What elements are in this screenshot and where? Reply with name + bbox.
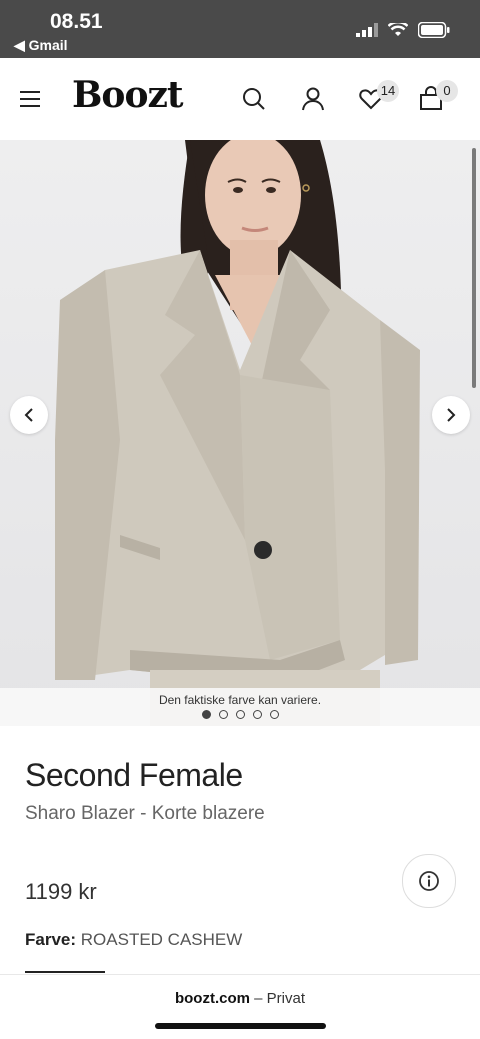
chevron-right-icon <box>447 408 456 422</box>
previous-image-button[interactable] <box>10 396 48 434</box>
menu-icon[interactable] <box>20 91 40 107</box>
color-tab-underline <box>25 971 105 973</box>
signal-icon <box>356 23 378 37</box>
gallery-dot[interactable] <box>252 710 262 719</box>
boozt-logo[interactable]: Boozt <box>72 74 184 116</box>
account-icon[interactable] <box>300 86 326 112</box>
color-label: Farve: <box>25 930 77 949</box>
next-image-button[interactable] <box>432 396 470 434</box>
chevron-left-icon <box>24 408 33 422</box>
info-icon <box>419 871 439 891</box>
status-bar: 08.51 ◀ Gmail <box>0 0 480 58</box>
color-disclaimer: Den faktiske farve kan variere. <box>158 693 322 707</box>
gallery-dot[interactable] <box>218 710 228 719</box>
cart-count-badge: 0 <box>436 80 458 102</box>
search-icon[interactable] <box>241 86 267 112</box>
image-caption-bar: Den faktiske farve kan variere. <box>0 688 480 726</box>
wifi-icon <box>388 23 408 36</box>
product-image-gallery[interactable]: Den faktiske farve kan variere. <box>0 140 480 726</box>
home-indicator[interactable] <box>155 1023 326 1029</box>
gallery-dot[interactable] <box>201 710 211 719</box>
page-scroll-indicator <box>472 148 476 388</box>
browser-address-bar[interactable]: boozt.com – Privat <box>0 974 480 1039</box>
color-value: ROASTED CASHEW <box>80 930 243 949</box>
product-name: Sharo Blazer - Korte blazere <box>25 803 265 824</box>
gallery-dot[interactable] <box>235 710 245 719</box>
product-brand[interactable]: Second Female <box>25 757 243 794</box>
gallery-dot[interactable] <box>269 710 279 719</box>
wishlist-count-badge: 14 <box>377 80 399 102</box>
gallery-dots <box>0 710 480 719</box>
info-button[interactable] <box>402 854 456 908</box>
status-time: 08.51 <box>50 10 103 33</box>
browser-domain: boozt.com <box>174 990 250 1007</box>
product-price: 1199 kr <box>25 879 97 904</box>
browser-url[interactable]: boozt.com – Privat <box>0 990 480 1007</box>
private-mode-label: – Privat <box>254 990 306 1007</box>
status-icons <box>356 22 450 38</box>
back-to-app-link[interactable]: ◀ Gmail <box>14 37 68 54</box>
product-photo <box>55 140 420 726</box>
battery-icon <box>418 22 450 38</box>
site-header: Boozt 14 0 <box>0 58 480 140</box>
color-selector[interactable]: Farve: ROASTED CASHEW <box>25 930 242 950</box>
